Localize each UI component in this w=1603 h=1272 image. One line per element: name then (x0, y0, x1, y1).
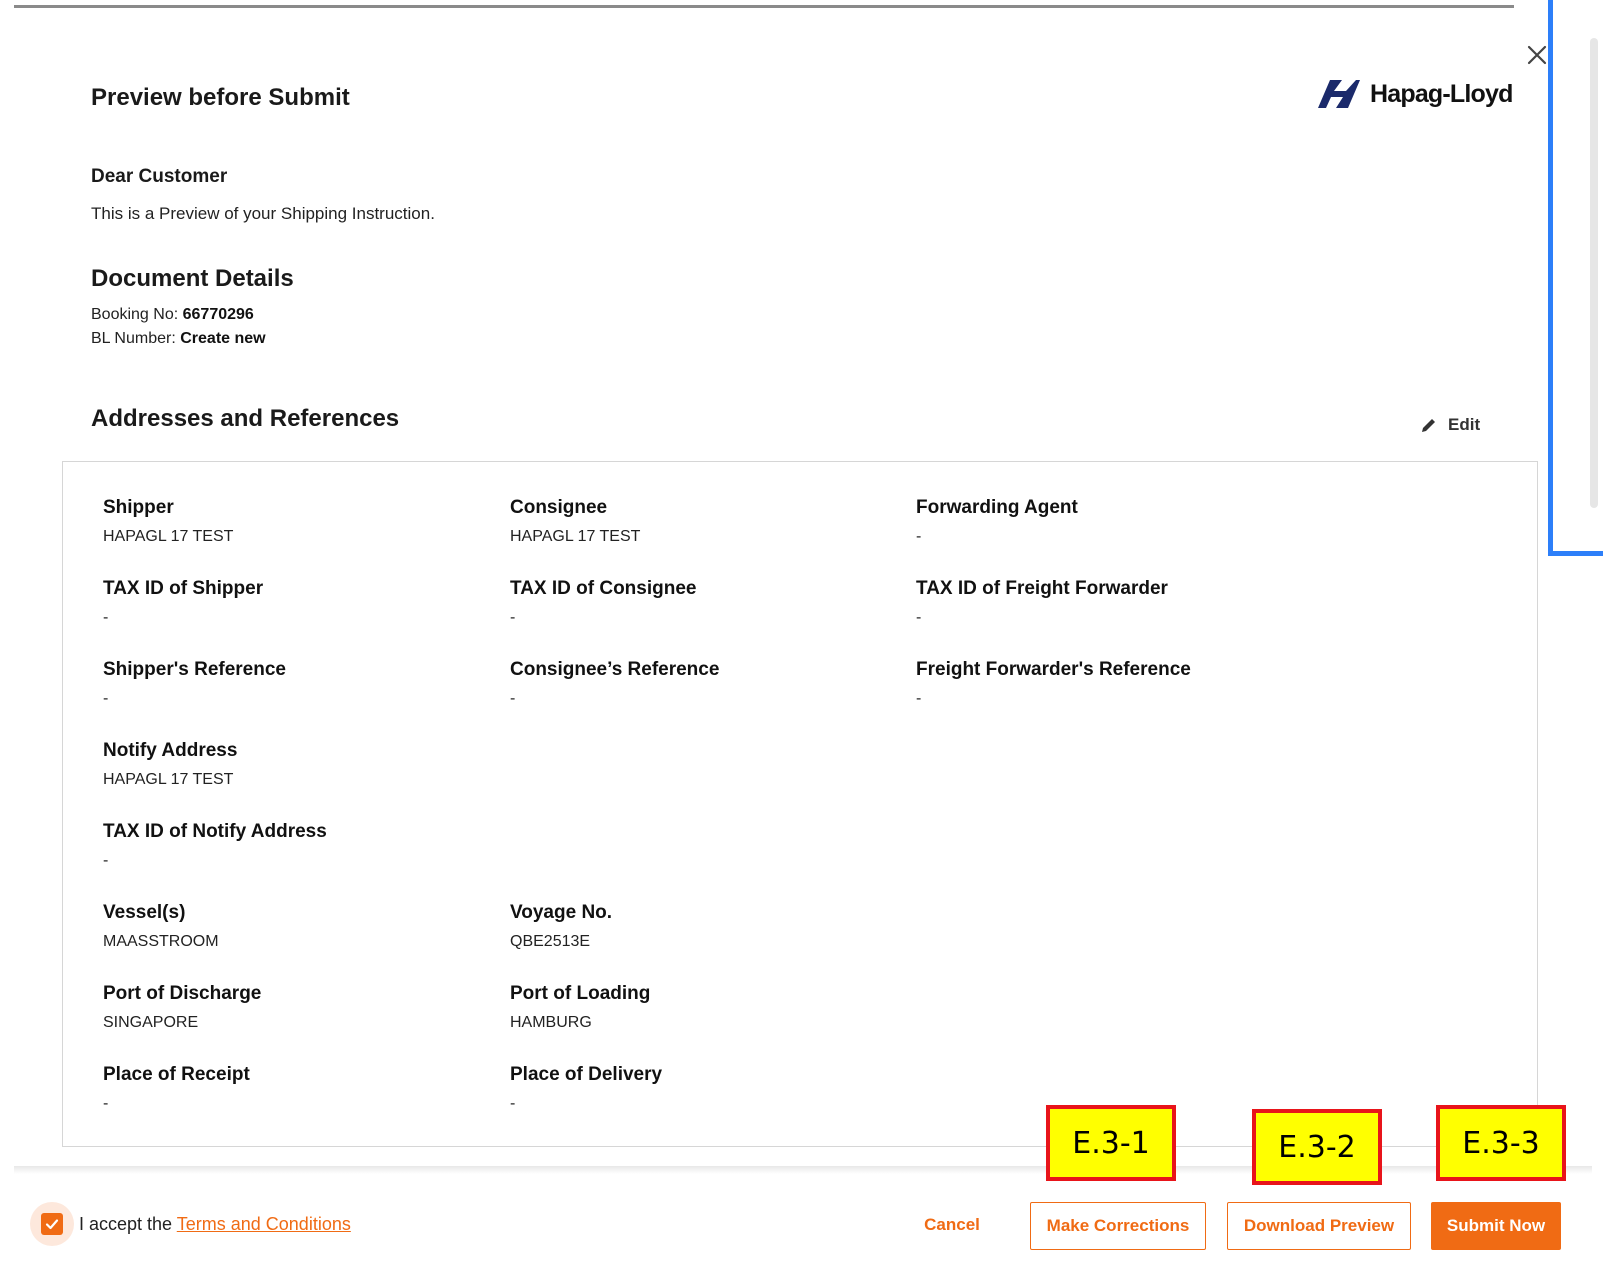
field-label: Shipper's Reference (103, 659, 286, 680)
field-value: HAPAGL 17 TEST (510, 528, 641, 545)
field-value: - (916, 609, 922, 626)
field-value: - (103, 1095, 109, 1112)
close-icon (1527, 45, 1547, 65)
field-label: TAX ID of Notify Address (103, 821, 327, 842)
field-tax-id-forwarder: TAX ID of Freight Forwarder - (916, 578, 1168, 627)
accept-terms-text: I accept the Terms and Conditions (79, 1214, 351, 1235)
field-value: - (103, 609, 109, 626)
close-button[interactable] (1524, 42, 1550, 68)
field-value: - (510, 690, 516, 707)
field-port-of-discharge: Port of Discharge SINGAPORE (103, 983, 261, 1032)
brand-name: Hapag-Lloyd (1370, 79, 1513, 108)
pencil-icon (1422, 419, 1435, 432)
checkmark-icon (45, 1219, 59, 1230)
field-label: TAX ID of Freight Forwarder (916, 578, 1168, 599)
field-label: Shipper (103, 497, 174, 518)
checkbox-box (41, 1213, 63, 1235)
field-tax-id-consignee: TAX ID of Consignee - (510, 578, 696, 627)
field-value: - (916, 690, 922, 707)
field-label: Port of Loading (510, 983, 651, 1004)
field-label: Place of Delivery (510, 1064, 663, 1085)
field-shipper: Shipper HAPAGL 17 TEST (103, 497, 233, 546)
document-details-heading: Document Details (91, 265, 294, 292)
bl-number: BL Number: Create new (91, 330, 266, 348)
field-consignee: Consignee HAPAGL 17 TEST (510, 497, 640, 546)
field-place-of-receipt: Place of Receipt - (103, 1064, 250, 1113)
download-preview-button[interactable]: Download Preview (1227, 1202, 1411, 1250)
field-value: MAASSTROOM (103, 933, 219, 950)
bl-number-value: Create new (180, 330, 266, 347)
addresses-heading: Addresses and References (91, 405, 400, 432)
field-label: Notify Address (103, 740, 238, 761)
annotation-e3-2: E.3-2 (1252, 1109, 1382, 1185)
accept-prefix: I accept the (79, 1214, 173, 1234)
field-value: HAPAGL 17 TEST (103, 528, 234, 545)
hapag-lloyd-logo-icon (1318, 80, 1360, 108)
field-consignee-reference: Consignee’s Reference - (510, 659, 719, 708)
scrollbar[interactable] (1590, 38, 1598, 508)
top-divider (14, 5, 1514, 8)
field-value: QBE2513E (510, 933, 591, 950)
terms-link[interactable]: Terms and Conditions (177, 1214, 351, 1234)
field-port-of-loading: Port of Loading HAMBURG (510, 983, 650, 1032)
field-value: - (510, 609, 516, 626)
field-value: - (103, 852, 109, 869)
field-shipper-reference: Shipper's Reference - (103, 659, 286, 708)
field-tax-id-notify: TAX ID of Notify Address - (103, 821, 327, 870)
edit-label: Edit (1448, 415, 1481, 434)
bl-number-label: BL Number: (91, 330, 176, 347)
field-tax-id-shipper: TAX ID of Shipper - (103, 578, 263, 627)
annotation-e3-3: E.3-3 (1436, 1105, 1566, 1181)
field-forwarder-reference: Freight Forwarder's Reference - (916, 659, 1191, 708)
field-label: Port of Discharge (103, 983, 262, 1004)
field-value: HAPAGL 17 TEST (103, 771, 234, 788)
make-corrections-button[interactable]: Make Corrections (1030, 1202, 1206, 1250)
booking-number-label: Booking No: (91, 306, 179, 323)
field-label: Voyage No. (510, 902, 613, 923)
addresses-panel: Shipper HAPAGL 17 TEST Consignee HAPAGL … (62, 461, 1538, 1147)
booking-number-value: 66770296 (182, 306, 254, 323)
field-label: Consignee (510, 497, 608, 518)
dialog-title: Preview before Submit (91, 84, 350, 111)
submit-now-button[interactable]: Submit Now (1431, 1202, 1561, 1250)
edit-button[interactable]: Edit (1420, 415, 1480, 435)
intro-text: This is a Preview of your Shipping Instr… (91, 204, 435, 223)
cancel-button[interactable]: Cancel (902, 1202, 1002, 1248)
field-label: TAX ID of Shipper (103, 578, 264, 599)
greeting: Dear Customer (91, 166, 228, 187)
field-voyage-no: Voyage No. QBE2513E (510, 902, 612, 951)
annotation-e3-1: E.3-1 (1046, 1105, 1176, 1181)
field-label: Freight Forwarder's Reference (916, 659, 1191, 680)
field-vessels: Vessel(s) MAASSTROOM (103, 902, 219, 951)
field-value: - (916, 528, 922, 545)
field-notify-address: Notify Address HAPAGL 17 TEST (103, 740, 237, 789)
field-label: TAX ID of Consignee (510, 578, 697, 599)
field-label: Place of Receipt (103, 1064, 250, 1085)
field-place-of-delivery: Place of Delivery - (510, 1064, 662, 1113)
booking-number: Booking No: 66770296 (91, 306, 254, 324)
field-label: Forwarding Agent (916, 497, 1078, 518)
field-value: - (103, 690, 109, 707)
field-label: Consignee’s Reference (510, 659, 720, 680)
field-label: Vessel(s) (103, 902, 186, 923)
field-value: - (510, 1095, 516, 1112)
brand-logo: Hapag-Lloyd (1316, 74, 1513, 114)
terms-checkbox[interactable] (30, 1202, 74, 1246)
field-value: HAMBURG (510, 1014, 592, 1031)
field-forwarding-agent: Forwarding Agent - (916, 497, 1078, 546)
field-value: SINGAPORE (103, 1014, 199, 1031)
